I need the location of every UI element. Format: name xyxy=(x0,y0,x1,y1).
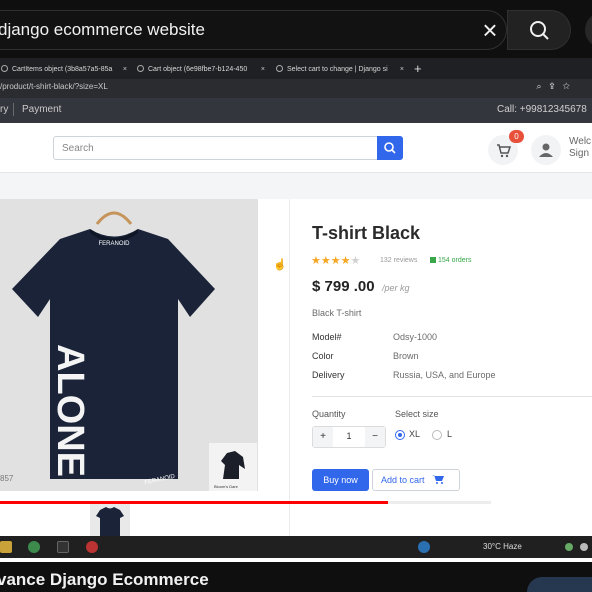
weather-widget[interactable]: 30°C Haze xyxy=(483,542,522,551)
column-divider xyxy=(289,199,290,536)
star-icon: ★ xyxy=(340,255,351,267)
price-unit: /per kg xyxy=(382,283,410,293)
add-to-cart-label: Add to cart xyxy=(381,475,425,485)
brand-caption: Bloom's Dare xyxy=(214,484,238,489)
size-label: Select size xyxy=(395,409,439,419)
spec-value: Brown xyxy=(393,351,419,361)
size-l-radio[interactable] xyxy=(432,430,442,440)
subscribe-pill[interactable] xyxy=(527,577,592,592)
cart-count-badge: 0 xyxy=(509,130,524,143)
tray-icon[interactable] xyxy=(565,543,573,551)
new-tab-button[interactable]: + xyxy=(414,59,422,78)
youtube-search-input[interactable]: django ecommerce website xyxy=(0,20,205,40)
product-title: T-shirt Black xyxy=(312,223,421,243)
browser-tab-bar: CartItems object (3b8a57a5-85a × Cart obj… xyxy=(0,58,592,79)
nav-link-delivery[interactable]: ry xyxy=(0,104,8,115)
nav-link-payment[interactable]: Payment xyxy=(22,104,61,115)
site-header: Search 0 Welc Sign xyxy=(0,123,592,173)
size-xl-label[interactable]: XL xyxy=(409,429,420,439)
terminal-icon[interactable] xyxy=(57,541,69,553)
rating-stars: ★★★★★ xyxy=(311,254,360,267)
close-tab-icon[interactable]: × xyxy=(123,60,127,79)
reviews-count[interactable]: 132 reviews xyxy=(380,257,417,264)
shirt-print-text: ALONE xyxy=(49,344,91,477)
video-progress-played[interactable] xyxy=(0,501,388,504)
tab-label: CartItems object (3b8a57a5-85a xyxy=(12,66,113,73)
welcome-text[interactable]: Welc Sign xyxy=(569,136,591,160)
site-top-bar: ry Payment Call: +99812345678 xyxy=(0,98,592,123)
phone-number: Call: +99812345678 xyxy=(497,104,587,115)
decrement-button[interactable]: + xyxy=(313,427,333,447)
quantity-stepper[interactable]: + 1 − xyxy=(312,426,386,448)
youtube-search-box[interactable]: django ecommerce website xyxy=(0,10,507,50)
search-icon xyxy=(384,142,396,154)
section-divider xyxy=(312,396,592,397)
shirt-brand-label: FERANOID xyxy=(98,241,130,247)
add-to-cart-button[interactable]: Add to cart xyxy=(372,469,460,491)
orders-text: 154 orders xyxy=(438,257,472,264)
user-icon xyxy=(539,143,553,157)
site-search-button[interactable] xyxy=(377,136,403,160)
star-icon: ★ xyxy=(311,255,321,267)
video-player[interactable]: CartItems object (3b8a57a5-85a × Cart obj… xyxy=(0,58,592,562)
spec-value: Russia, USA, and Europe xyxy=(393,370,496,380)
browser-tab[interactable]: Select cart to change | Django si × xyxy=(276,60,408,79)
voice-search-button[interactable] xyxy=(585,12,592,48)
size-xl-radio[interactable] xyxy=(395,430,405,440)
star-icon-empty: ★ xyxy=(350,255,361,267)
browser-tab[interactable]: Cart object (6e98fbe7-b124-450 × xyxy=(137,60,269,79)
size-l-label[interactable]: L xyxy=(447,429,452,439)
video-title[interactable]: vance Django Ecommerce xyxy=(0,570,209,590)
welcome-line: Welc xyxy=(569,136,592,147)
browser-tab[interactable]: CartItems object (3b8a57a5-85a × xyxy=(1,60,131,79)
url-text[interactable]: /product/t-shirt-black/?size=XL xyxy=(0,82,108,91)
close-tab-icon[interactable]: × xyxy=(261,60,265,79)
hand-cursor-icon: ☝ xyxy=(273,259,287,271)
chrome-icon[interactable] xyxy=(28,541,40,553)
orders-count: 154 orders xyxy=(430,257,471,264)
clear-search-icon[interactable]: × xyxy=(478,17,502,43)
globe-icon xyxy=(276,65,283,72)
product-price: $ 799 .00 xyxy=(312,278,375,295)
folder-icon[interactable] xyxy=(0,541,12,553)
screen: django ecommerce website × CartItems obj… xyxy=(0,0,592,592)
os-taskbar: 30°C Haze xyxy=(0,536,592,558)
address-bar-icons[interactable]: ⌕⇪☆ xyxy=(537,81,578,92)
spec-value: Odsy-1000 xyxy=(393,332,438,342)
app-icon[interactable] xyxy=(418,541,430,553)
star-icon: ★ xyxy=(330,255,341,267)
address-bar[interactable]: /product/t-shirt-black/?size=XL ⌕⇪☆ xyxy=(0,79,592,98)
increment-button[interactable]: − xyxy=(365,427,385,447)
cart-icon xyxy=(432,475,445,484)
quantity-label: Quantity xyxy=(312,409,346,419)
check-icon xyxy=(430,257,436,263)
account-button[interactable] xyxy=(531,135,561,165)
star-icon: ★ xyxy=(320,255,331,267)
tab-label: Cart object (6e98fbe7-b124-450 xyxy=(148,66,248,73)
nav-divider xyxy=(13,103,14,116)
globe-icon xyxy=(137,65,144,72)
sign-in-link[interactable]: Sign xyxy=(569,148,591,160)
app-icon[interactable] xyxy=(86,541,98,553)
buy-now-button[interactable]: Buy now xyxy=(312,469,369,491)
product-description: Black T-shirt xyxy=(312,308,362,318)
spec-label: Color xyxy=(312,351,334,361)
tray-icon[interactable] xyxy=(580,543,588,551)
search-icon xyxy=(530,21,549,40)
close-tab-icon[interactable]: × xyxy=(400,60,404,79)
spec-label: Model# xyxy=(312,332,342,342)
spec-label: Delivery xyxy=(312,370,345,380)
globe-icon xyxy=(1,65,8,72)
quantity-value[interactable]: 1 xyxy=(339,431,359,441)
youtube-search-button[interactable] xyxy=(507,10,571,50)
tab-label: Select cart to change | Django si xyxy=(287,66,388,73)
site-search-input[interactable]: Search xyxy=(53,136,378,160)
image-code-text: 857 xyxy=(0,474,14,483)
